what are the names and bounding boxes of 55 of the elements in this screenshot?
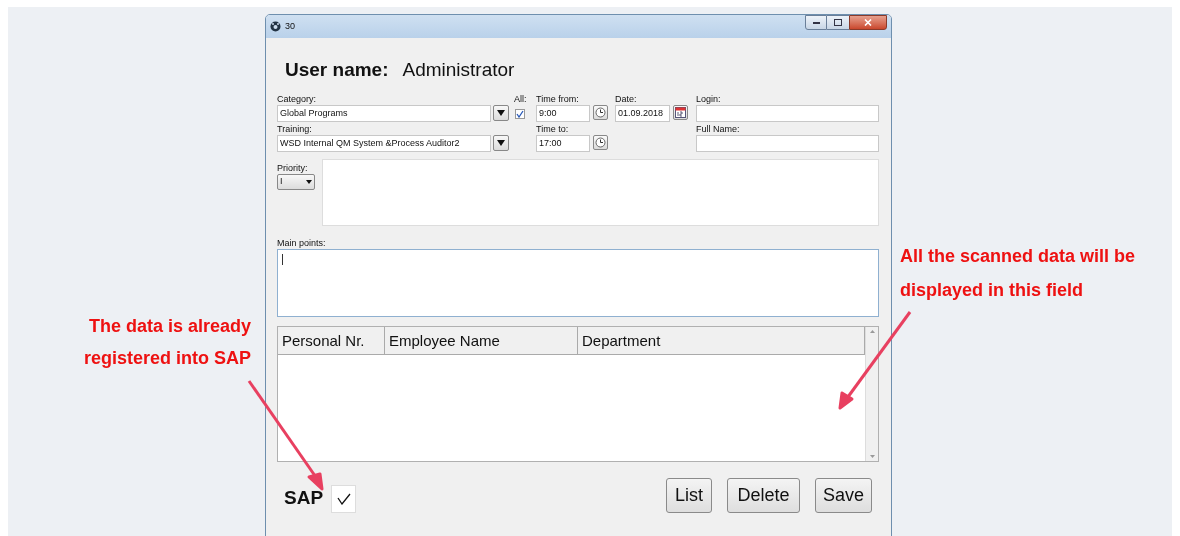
field-label: Full Name: [696, 124, 741, 135]
caret-icon [306, 180, 312, 184]
action-button[interactable]: Save [815, 478, 872, 513]
annotation-text: The data is already registered into SAP [82, 315, 251, 370]
scroll-down-icon [869, 455, 875, 458]
calendar-icon [675, 107, 686, 118]
priority-dropdown[interactable]: I [277, 174, 315, 190]
login-field[interactable] [696, 105, 879, 122]
action-button[interactable]: List [666, 478, 712, 513]
caret-icon [497, 110, 505, 116]
field-label: Priority: [277, 163, 309, 174]
calendar-button[interactable] [673, 105, 688, 120]
date-field[interactable]: 01.09.2018 [615, 105, 670, 122]
time-field[interactable]: 17:00 [536, 135, 590, 152]
sap-label: SAP [284, 486, 324, 511]
close-button[interactable] [849, 15, 887, 30]
field-label: Time to: [536, 124, 570, 135]
check-icon [336, 492, 351, 505]
check-icon [516, 110, 524, 118]
clock-icon [595, 137, 606, 148]
clock-icon [595, 107, 606, 118]
minimize-button[interactable] [805, 15, 827, 30]
main-points-field[interactable] [277, 249, 879, 317]
maximize-button[interactable] [827, 15, 849, 30]
column-header[interactable]: Employee Name [385, 327, 578, 355]
app-icon [270, 21, 281, 32]
category-dropdown[interactable]: Global Programs [277, 105, 491, 122]
full-name-field[interactable] [696, 135, 879, 152]
clock-button[interactable] [593, 105, 608, 120]
minimize-icon [812, 21, 820, 24]
field-label: All: [514, 94, 528, 105]
caret-icon [497, 140, 505, 146]
user-name-label: User name: [285, 58, 389, 82]
dropdown-button[interactable] [493, 105, 509, 121]
annotation-text: All the scanned data will be displayed in this field [900, 245, 1137, 302]
close-icon [864, 19, 872, 26]
field-label: Main points: [277, 238, 327, 249]
scrollbar[interactable] [865, 327, 878, 461]
scroll-up-icon [869, 330, 875, 333]
field-label: Training: [277, 124, 313, 135]
action-button[interactable]: Delete [727, 478, 800, 513]
column-header[interactable]: Department [578, 327, 865, 355]
field-label: Login: [696, 94, 722, 105]
field-label: Date: [615, 94, 638, 105]
field-label: Time from: [536, 94, 580, 105]
clock-button[interactable] [593, 135, 608, 150]
training-dropdown[interactable]: WSD Internal QM System &Process Auditor2 [277, 135, 491, 152]
dropdown-button[interactable] [493, 135, 509, 151]
window-title: 30 [285, 19, 295, 33]
maximize-icon [834, 19, 842, 26]
column-header[interactable]: Personal Nr. [278, 327, 385, 355]
user-name-value: Administrator [402, 58, 515, 82]
time-field[interactable]: 9:00 [536, 105, 590, 122]
checkbox[interactable] [515, 109, 525, 119]
field-label: Category: [277, 94, 318, 105]
